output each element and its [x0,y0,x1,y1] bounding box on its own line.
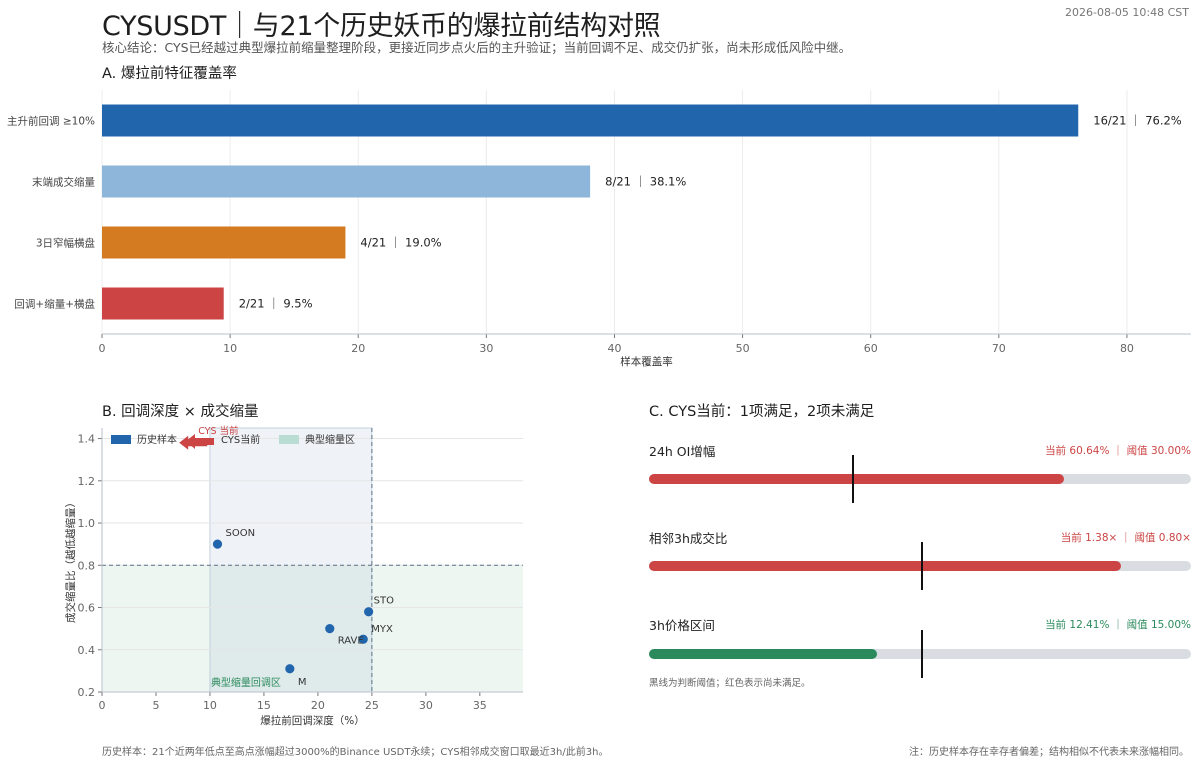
x-tick-label: 0 [99,699,106,712]
x-tick-label: 20 [311,699,325,712]
y-category-label: 末端成交缩量 [32,176,95,189]
y-category-label: 主升前回调 ≥10% [7,115,95,128]
x-tick-label: 10 [203,699,217,712]
page-subtitle: 核心结论：CYS已经越过典型爆拉前缩量整理阶段，更接近同步点火后的主升验证；当前… [102,40,852,55]
zone-label: 典型缩量回调区 [211,676,281,689]
legend-history-label: 历史样本 [137,433,177,446]
x-tick-label: 35 [473,699,487,712]
condition-track [649,542,1191,590]
x-tick-label: 25 [365,699,379,712]
history-sample-point [325,624,335,634]
point-label: M [298,677,307,688]
condition-threshold-marker [852,455,855,503]
x-tick-label: 50 [736,342,750,355]
y-category-label: 回调+缩量+横盘 [14,298,95,311]
footer-disclaimer: 注：历史样本存在幸存者偏差；结构相似不代表未来涨幅相同。 [909,747,1189,758]
point-label: RAVE [338,636,364,647]
condition-threshold-marker [920,630,923,678]
condition-track [649,455,1191,503]
x-axis-label: 爆拉前回调深度（%） [260,714,364,727]
coverage-bar [102,104,1079,137]
condition-value: 当前 1.38× ｜ 阈值 0.80× [1060,532,1191,544]
condition-value: 当前 12.41% ｜ 阈值 15.00% [1045,619,1191,631]
coverage-bar [102,226,346,259]
x-tick-label: 5 [152,699,159,712]
x-tick-label: 70 [992,342,1006,355]
condition-name: 24h OI增幅 [649,444,716,459]
point-label: MYX [371,624,393,635]
history-sample-point [364,607,374,617]
y-tick-label: 1.0 [78,517,96,530]
condition-name: 相邻3h成交比 [649,531,728,546]
y-category-label: 3日窄幅横盘 [36,237,96,250]
y-tick-label: 0.2 [78,686,96,699]
threshold-note: 黑线为判断阈值；红色表示尚未满足。 [649,678,811,689]
point-label: SOON [226,528,256,539]
panel-b-title: B. 回调深度 × 成交缩量 [102,404,259,420]
bar-value-label: 2/21 ｜ 9.5% [239,297,313,311]
bar-value-label: 8/21 ｜ 38.1% [605,175,686,189]
coverage-bar [102,165,591,198]
typical-shrink-zone [209,427,373,693]
panel-c-title: C. CYS当前：1项满足，2项未满足 [649,404,875,420]
x-tick-label: 20 [351,342,365,355]
coverage-bar [102,287,224,320]
x-tick-label: 60 [864,342,878,355]
y-tick-label: 0.4 [78,644,96,657]
condition-track [649,630,1191,678]
legend-cys-label: CYS当前 [221,433,260,446]
y-axis-label: 成交缩量比（越低越缩量） [64,497,77,623]
footer-sample-note: 历史样本：21个近两年低点至高点涨幅超过3000%的Binance USDT永续… [102,747,609,758]
condition-value: 当前 60.64% ｜ 阈值 30.00% [1045,445,1191,457]
condition-fill [649,474,1065,484]
legend-history-swatch [111,435,131,444]
point-label: STO [374,596,394,607]
y-tick-label: 0.6 [78,602,96,615]
x-tick-label: 40 [607,342,621,355]
legend-zone-label: 典型缩量区 [305,433,355,446]
condition-fill [649,561,1121,571]
history-sample-point [212,539,223,549]
x-tick-label: 30 [479,342,493,355]
timestamp: 2026-08-05 10:48 CST [1064,6,1189,19]
y-tick-label: 1.4 [78,433,96,446]
history-sample-point [285,664,295,674]
x-tick-label: 80 [1120,342,1134,355]
x-tick-label: 0 [99,342,106,355]
x-axis-label: 样本覆盖率 [620,355,673,368]
condition-fill [649,649,877,659]
x-tick-label: 30 [419,699,433,712]
y-tick-label: 0.8 [78,559,96,572]
condition-name: 3h价格区间 [649,618,715,633]
y-tick-label: 1.2 [78,475,96,488]
bar-value-label: 4/21 ｜ 19.0% [360,236,441,250]
condition-threshold-marker [920,542,923,590]
coverage-bar-chart: 16/21 ｜ 76.2% 8/21 ｜ 38.1% 4/21 ｜ 19.0% 2/2… [7,90,1191,368]
x-tick-label: 15 [257,699,271,712]
legend-zone-swatch [279,435,299,444]
pullback-scatter-chart: SOONSTOMYXRAVEMCYS 当前典型缩量回调区 0.20.40.60.… [64,425,523,727]
x-tick-label: 10 [223,342,237,355]
bar-value-label: 16/21 ｜ 76.2% [1093,114,1182,128]
